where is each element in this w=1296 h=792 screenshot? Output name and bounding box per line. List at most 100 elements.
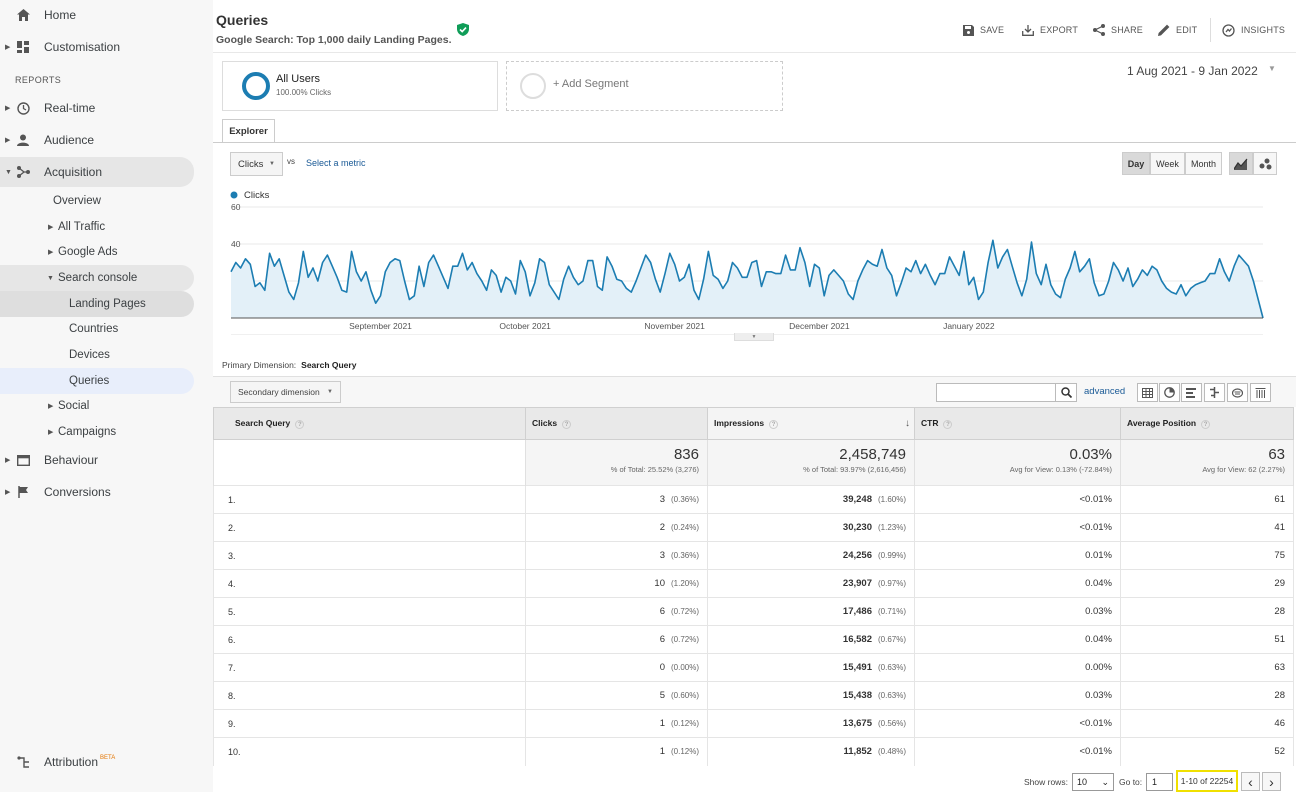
nav-social[interactable]: ▶ Social xyxy=(0,393,213,419)
table-row[interactable]: 3. 3 (0.36%) 24,256 (0.99%) 0.01% 75 xyxy=(213,541,1294,570)
nav-queries[interactable]: Queries xyxy=(0,368,194,394)
table-row[interactable]: 10. 1 (0.12%) 11,852 (0.48%) <0.01% 52 xyxy=(213,737,1294,766)
query-cell[interactable]: 6. xyxy=(213,625,526,654)
goto-page-input[interactable]: 1 xyxy=(1146,773,1173,791)
table-row[interactable]: 8. 5 (0.60%) 15,438 (0.63%) 0.03% 28 xyxy=(213,681,1294,710)
position-cell: 63 xyxy=(1120,653,1294,682)
query-cell[interactable]: 10. xyxy=(213,737,526,766)
position-value: 51 xyxy=(1274,634,1285,645)
query-cell[interactable]: 8. xyxy=(213,681,526,710)
query-cell[interactable]: 3. xyxy=(213,541,526,570)
clicks-cell: 3 (0.36%) xyxy=(525,485,708,514)
nav-conversions[interactable]: ▶ Conversions xyxy=(0,478,213,506)
tab-explorer[interactable]: Explorer xyxy=(222,119,275,142)
column-header-impressions[interactable]: Impressions? ↓ xyxy=(707,407,915,440)
period-week-button[interactable]: Week xyxy=(1150,152,1185,175)
query-cell[interactable]: 4. xyxy=(213,569,526,598)
column-header-search-query[interactable]: Search Query? xyxy=(213,407,526,440)
clicks-cell: 1 (0.12%) xyxy=(525,709,708,738)
table-row[interactable]: 1. 3 (0.36%) 39,248 (1.60%) <0.01% 61 xyxy=(213,485,1294,514)
table-row[interactable]: 7. 0 (0.00%) 15,491 (0.63%) 0.00% 63 xyxy=(213,653,1294,682)
column-header-clicks[interactable]: Clicks? xyxy=(525,407,708,440)
date-range-picker[interactable]: 1 Aug 2021 - 9 Jan 2022 xyxy=(1127,64,1258,78)
table-row[interactable]: 2. 2 (0.24%) 30,230 (1.23%) <0.01% 41 xyxy=(213,513,1294,542)
help-icon[interactable]: ? xyxy=(295,419,305,429)
nav-campaigns[interactable]: ▶ Campaigns xyxy=(0,419,213,445)
column-header-ctr[interactable]: CTR? xyxy=(914,407,1121,440)
insights-button[interactable]: INSIGHTS xyxy=(1222,22,1285,38)
nav-home[interactable]: Home xyxy=(0,1,213,29)
advanced-filter-link[interactable]: advanced xyxy=(1084,386,1125,397)
query-cell[interactable]: 9. xyxy=(213,709,526,738)
ctr-value: <0.01% xyxy=(1079,494,1113,505)
help-icon[interactable]: ? xyxy=(562,419,572,429)
clicks-percent: (0.12%) xyxy=(670,719,699,728)
export-button[interactable]: EXPORT xyxy=(1022,22,1078,38)
view-term-cloud-button[interactable] xyxy=(1227,383,1248,402)
table-row[interactable]: 9. 1 (0.12%) 13,675 (0.56%) <0.01% 46 xyxy=(213,709,1294,738)
primary-dimension-value[interactable]: Search Query xyxy=(301,360,356,370)
nav-all-traffic-label: All Traffic xyxy=(58,221,106,233)
totals-clicks-value: 836 xyxy=(673,446,699,463)
position-cell: 51 xyxy=(1120,625,1294,654)
metric-select[interactable]: Clicks ▼ xyxy=(230,152,283,176)
add-segment-button[interactable]: + Add Segment xyxy=(506,61,783,111)
edit-button[interactable]: EDIT xyxy=(1158,22,1197,38)
table-search-input[interactable] xyxy=(936,383,1056,402)
ctr-cell: <0.01% xyxy=(914,513,1121,542)
view-table-button[interactable] xyxy=(1137,383,1158,402)
view-pie-button[interactable] xyxy=(1159,383,1180,402)
nav-customisation[interactable]: ▶ Customisation xyxy=(0,33,213,61)
nav-landing-pages[interactable]: Landing Pages xyxy=(0,291,194,317)
position-value: 41 xyxy=(1274,522,1285,533)
view-pivot-button[interactable] xyxy=(1250,383,1271,402)
table-row[interactable]: 6. 6 (0.72%) 16,582 (0.67%) 0.04% 51 xyxy=(213,625,1294,654)
nav-attribution[interactable]: Attribution BETA xyxy=(0,748,213,776)
nav-overview[interactable]: Overview xyxy=(0,188,213,214)
chevron-down-icon: ⌄ xyxy=(1101,777,1109,787)
help-icon[interactable]: ? xyxy=(943,419,953,429)
line-chart-button[interactable] xyxy=(1229,152,1253,175)
segment-all-users[interactable]: All Users 100.00% Clicks xyxy=(222,61,498,111)
line-chart-icon xyxy=(1234,158,1248,170)
nav-realtime[interactable]: ▶ Real-time xyxy=(0,94,213,122)
segment-placeholder-ring-icon xyxy=(520,73,546,99)
share-button[interactable]: SHARE xyxy=(1093,22,1143,38)
nav-acquisition[interactable]: ▼ Acquisition xyxy=(0,157,194,187)
rows-per-page-select[interactable]: 10 ⌄ xyxy=(1072,773,1114,791)
nav-google-ads[interactable]: ▶ Google Ads xyxy=(0,239,213,265)
nav-audience[interactable]: ▶ Audience xyxy=(0,126,213,154)
view-comparison-button[interactable] xyxy=(1204,383,1225,402)
search-button[interactable] xyxy=(1055,383,1077,402)
nav-behaviour[interactable]: ▶ Behaviour xyxy=(0,446,213,474)
impressions-cell: 30,230 (1.23%) xyxy=(707,513,915,542)
view-performance-button[interactable] xyxy=(1181,383,1202,402)
chevron-down-icon[interactable]: ▼ xyxy=(1268,64,1276,73)
help-icon[interactable]: ? xyxy=(769,419,779,429)
query-cell[interactable]: 2. xyxy=(213,513,526,542)
table-row[interactable]: 5. 6 (0.72%) 17,486 (0.71%) 0.03% 28 xyxy=(213,597,1294,626)
query-cell[interactable]: 1. xyxy=(213,485,526,514)
help-icon[interactable]: ? xyxy=(1201,419,1211,429)
query-cell[interactable]: 5. xyxy=(213,597,526,626)
nav-devices[interactable]: Devices xyxy=(0,342,213,368)
clicks-percent: (0.60%) xyxy=(670,691,699,700)
select-metric-link[interactable]: Select a metric xyxy=(306,158,366,168)
nav-search-console[interactable]: ▼ Search console xyxy=(0,265,194,291)
period-month-button[interactable]: Month xyxy=(1185,152,1222,175)
secondary-dimension-select[interactable]: Secondary dimension ▼ xyxy=(230,381,341,403)
impressions-value: 16,582 xyxy=(842,634,872,645)
column-header-average-position[interactable]: Average Position? xyxy=(1120,407,1294,440)
period-day-button[interactable]: Day xyxy=(1122,152,1150,175)
chart-collapse-handle[interactable]: ▼ xyxy=(734,333,774,341)
nav-all-traffic[interactable]: ▶ All Traffic xyxy=(0,214,213,240)
query-cell[interactable]: 7. xyxy=(213,653,526,682)
motion-chart-button[interactable] xyxy=(1253,152,1277,175)
prev-page-button[interactable]: ‹ xyxy=(1241,772,1260,791)
nav-countries[interactable]: Countries xyxy=(0,316,213,342)
sort-down-icon: ↓ xyxy=(905,418,910,429)
table-row[interactable]: 4. 10 (1.20%) 23,907 (0.97%) 0.04% 29 xyxy=(213,569,1294,598)
save-button[interactable]: SAVE xyxy=(963,22,1004,38)
next-page-button[interactable]: › xyxy=(1262,772,1281,791)
ctr-cell: <0.01% xyxy=(914,709,1121,738)
